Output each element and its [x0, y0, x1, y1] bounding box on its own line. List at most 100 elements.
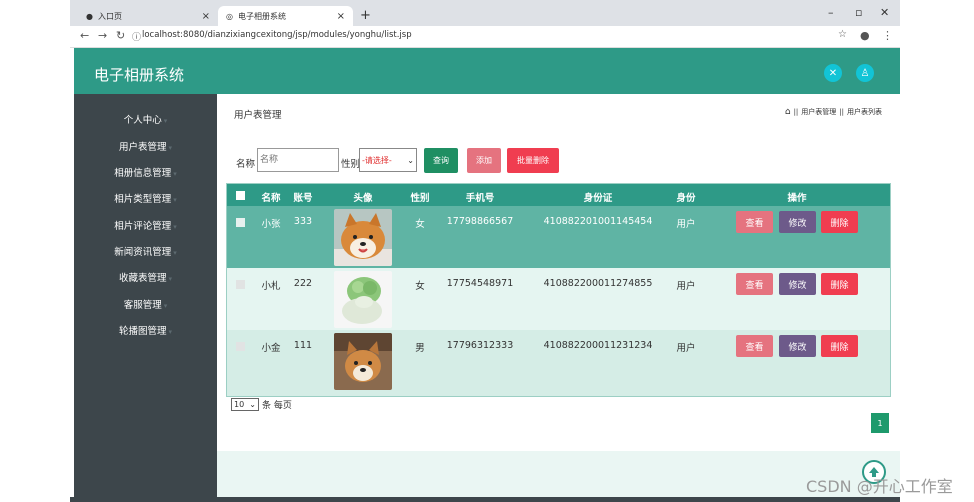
cell-gender: 男 [415, 343, 425, 354]
fullscreen-icon[interactable]: ✕ [824, 64, 842, 82]
cell-phone: 17754548971 [446, 278, 514, 289]
gender-label: 性别 [341, 159, 361, 170]
chevron-down-icon: ▾ [173, 196, 177, 204]
chevron-down-icon: ▾ [173, 170, 177, 178]
close-tab-icon[interactable]: × [202, 11, 210, 22]
edit-button[interactable]: 修改 [779, 273, 816, 295]
browser-address-bar: ← → ↻ ⓘ localhost:8080/dianzixiangcexito… [70, 26, 900, 48]
forward-icon[interactable]: → [98, 29, 107, 42]
sidebar-item-albums[interactable]: 相册信息管理 ▾ [74, 165, 217, 179]
sidebar-item-label: 用户表管理 [118, 142, 167, 153]
watermark: CSDN @开心工作室 [806, 477, 953, 496]
table-row: 小札 222 女 17754548971 410882200011274855 … [227, 268, 890, 330]
cell-id-card: 410882200011274855 [543, 278, 653, 289]
column-header-actions: 操作 [787, 193, 807, 204]
view-button[interactable]: 查看 [736, 273, 773, 295]
profile-icon[interactable]: ● [860, 29, 870, 42]
table-header: 名称 账号 头像 性别 手机号 身份证 身份 操作 [227, 184, 890, 206]
close-tab-icon[interactable]: × [337, 11, 345, 22]
view-button[interactable]: 查看 [736, 335, 773, 357]
info-icon[interactable]: ⓘ [132, 30, 141, 43]
cell-role: 用户 [676, 343, 696, 354]
app-header: 电子相册系统 ✕ ♙ [74, 48, 900, 94]
select-all-checkbox[interactable] [236, 191, 245, 200]
column-header-gender: 性别 [410, 193, 430, 204]
sidebar-item-label: 相片类型管理 [114, 194, 172, 205]
gender-select-value: -请选择- [362, 155, 392, 165]
cell-role: 用户 [676, 219, 696, 230]
sidebar-item-users[interactable]: 用户表管理 ▾ [74, 139, 217, 153]
chevron-down-icon: ▾ [163, 302, 168, 310]
delete-button[interactable]: 删除 [821, 211, 858, 233]
cell-id-card: 410882201001145454 [543, 216, 653, 227]
avatar [334, 209, 392, 266]
sidebar-item-label: 收藏表管理 [118, 273, 167, 284]
sidebar-item-label: 相册信息管理 [114, 168, 172, 179]
column-header-id-card: 身份证 [583, 193, 613, 204]
menu-icon[interactable]: ⋮ [882, 29, 893, 42]
sidebar-item-favorites[interactable]: 收藏表管理 ▾ [74, 270, 217, 284]
page-button-current[interactable]: 1 [871, 413, 889, 433]
column-header-avatar: 头像 [353, 193, 373, 204]
page-size-control: 10 ⌄ 条 每页 [231, 398, 292, 411]
table-row: 小张 333 女 17798866567 410882201001145454 … [227, 206, 890, 268]
delete-button[interactable]: 删除 [821, 335, 858, 357]
column-header-account: 账号 [293, 193, 313, 204]
star-icon[interactable]: ☆ [838, 29, 847, 40]
page-size-value: 10 [234, 400, 245, 409]
cell-account: 111 [293, 340, 313, 351]
browser-tab-1[interactable]: ● 入口页 × [78, 6, 218, 26]
add-button[interactable]: 添加 [467, 148, 501, 173]
back-icon[interactable]: ← [80, 29, 89, 42]
cell-role: 用户 [676, 281, 696, 292]
minimize-button[interactable]: – [828, 6, 834, 19]
query-button[interactable]: 查询 [424, 148, 458, 173]
page-size-suffix: 条 每页 [262, 401, 292, 411]
name-search-input[interactable] [257, 148, 339, 172]
batch-delete-button[interactable]: 批量删除 [507, 148, 559, 173]
sidebar-item-personal-center[interactable]: 个人中心 ▾ [74, 112, 217, 126]
row-checkbox[interactable] [236, 218, 245, 227]
sidebar-item-photo-types[interactable]: 相片类型管理 ▾ [74, 191, 217, 205]
globe-icon: ● [86, 11, 93, 21]
maximize-button[interactable]: ▫ [855, 6, 862, 19]
chevron-down-icon: ▾ [163, 117, 168, 125]
delete-button[interactable]: 删除 [821, 273, 858, 295]
view-button[interactable]: 查看 [736, 211, 773, 233]
column-header-name: 名称 [261, 193, 281, 204]
sidebar-item-carousel[interactable]: 轮播图管理 ▾ [74, 323, 217, 337]
new-tab-button[interactable]: + [360, 8, 371, 23]
browser-tab-label: 入口页 [97, 11, 122, 21]
chevron-down-icon: ⌄ [249, 400, 256, 409]
url-field[interactable]: localhost:8080/dianzixiangcexitong/jsp/m… [142, 30, 412, 40]
chevron-down-icon: ⌄ [407, 155, 414, 165]
user-icon[interactable]: ♙ [856, 64, 874, 82]
chevron-down-icon: ▾ [168, 144, 173, 152]
sidebar-item-photo-comments[interactable]: 相片评论管理 ▾ [74, 218, 217, 232]
edit-button[interactable]: 修改 [779, 211, 816, 233]
column-header-phone: 手机号 [465, 193, 495, 204]
cell-gender: 女 [415, 281, 425, 292]
sidebar-item-news[interactable]: 新闻资讯管理 ▾ [74, 244, 217, 258]
sidebar: 个人中心 ▾ 用户表管理 ▾ 相册信息管理 ▾ 相片类型管理 ▾ 相片评论管理 ▾ 新闻资… [74, 94, 217, 502]
cell-account: 222 [293, 278, 313, 289]
main-content: 用户表管理 ⌂ || 用户表管理 || 用户表列表 名称 性别 -请选择- ⌄ … [217, 94, 900, 502]
breadcrumb-separator: || [839, 108, 844, 116]
cell-name: 小张 [261, 219, 281, 230]
name-label: 名称 [236, 159, 256, 170]
breadcrumb-separator: || [793, 108, 799, 116]
edit-button[interactable]: 修改 [779, 335, 816, 357]
home-icon[interactable]: ⌂ [785, 107, 791, 117]
chevron-down-icon: ▾ [168, 275, 173, 283]
page-title: 用户表管理 [234, 110, 282, 121]
sidebar-item-customer-service[interactable]: 客服管理 ▾ [74, 297, 217, 311]
gender-select[interactable]: -请选择- ⌄ [359, 148, 417, 172]
browser-tab-bar: ● 入口页 × ◎ 电子相册系统 × + – ▫ ✕ [70, 0, 900, 26]
breadcrumb-item[interactable]: 用户表管理 [801, 107, 836, 117]
browser-tab-2[interactable]: ◎ 电子相册系统 × [218, 6, 353, 26]
row-checkbox[interactable] [236, 342, 245, 351]
close-window-button[interactable]: ✕ [880, 6, 889, 19]
page-size-select[interactable]: 10 ⌄ [231, 398, 259, 411]
reload-icon[interactable]: ↻ [116, 29, 125, 42]
row-checkbox[interactable] [236, 280, 245, 289]
